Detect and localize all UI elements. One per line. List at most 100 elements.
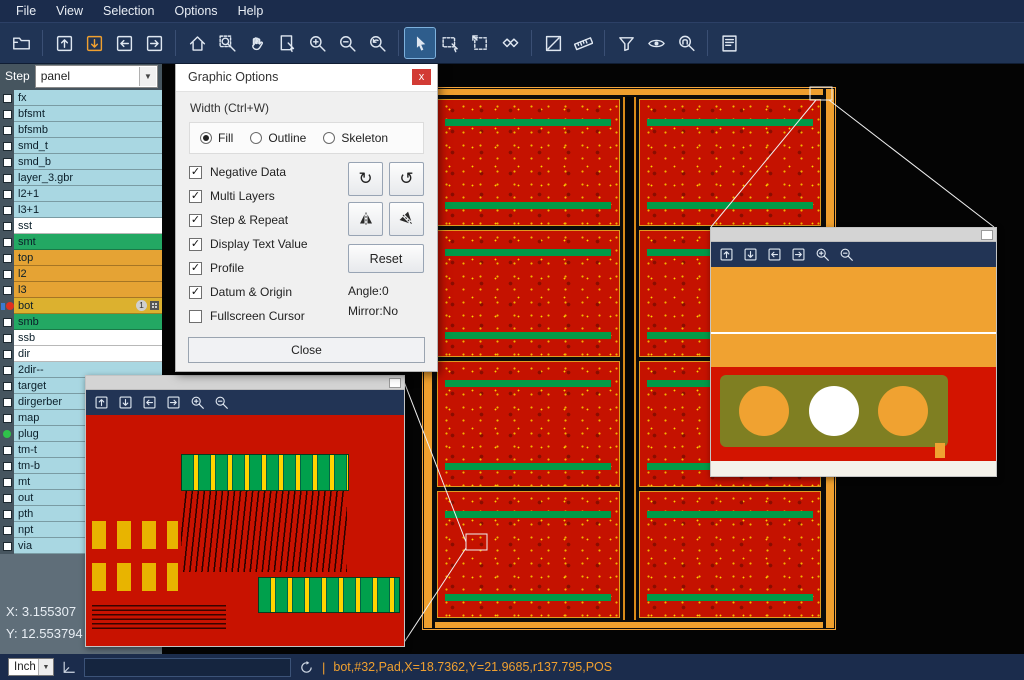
- menu-options[interactable]: Options: [164, 0, 227, 22]
- pan-hand-icon[interactable]: [242, 28, 272, 58]
- rect-select-icon[interactable]: [435, 28, 465, 58]
- layer-visibility-tm-b[interactable]: [0, 458, 14, 474]
- layer-name-dir[interactable]: dir: [14, 346, 162, 362]
- layer-name-fx[interactable]: fx: [14, 90, 162, 106]
- layer-checkbox[interactable]: [3, 222, 12, 231]
- layer-checkbox[interactable]: [3, 334, 12, 343]
- layer-visibility-top[interactable]: [0, 250, 14, 266]
- import-down-icon[interactable]: [114, 392, 137, 413]
- measure-ruler-icon[interactable]: [568, 28, 598, 58]
- option-datum-origin[interactable]: ✓Datum & Origin: [189, 280, 348, 304]
- export-right-icon[interactable]: [139, 28, 169, 58]
- close-button[interactable]: Close: [188, 337, 425, 363]
- import-down-icon[interactable]: [739, 244, 762, 265]
- option-step-repeat[interactable]: ✓Step & Repeat: [189, 208, 348, 232]
- layer-checkbox[interactable]: [3, 350, 12, 359]
- checkbox-icon[interactable]: ✓: [189, 238, 202, 251]
- magnifier1-restore-box[interactable]: [389, 378, 401, 388]
- layer-visibility-via[interactable]: [0, 538, 14, 554]
- fill-mode-outline[interactable]: Outline: [250, 131, 306, 145]
- layer-row-l2[interactable]: l2: [0, 266, 162, 282]
- menu-view[interactable]: View: [46, 0, 93, 22]
- layer-row-l3[interactable]: l3: [0, 282, 162, 298]
- dialog-close-icon[interactable]: x: [412, 69, 431, 85]
- layer-name-bfsmt[interactable]: bfsmt: [14, 106, 162, 122]
- fill-mode-skeleton[interactable]: Skeleton: [323, 131, 388, 145]
- zoom-window-icon[interactable]: [212, 28, 242, 58]
- layer-checkbox[interactable]: [3, 542, 12, 551]
- layer-checkbox[interactable]: [3, 510, 12, 519]
- layer-visibility-ssb[interactable]: [0, 330, 14, 346]
- magnifier2-titlebar[interactable]: [711, 228, 996, 242]
- layer-row-l3+1[interactable]: l3+1: [0, 202, 162, 218]
- layer-visibility-smd_t[interactable]: [0, 138, 14, 154]
- layer-row-smd_b[interactable]: smd_b: [0, 154, 162, 170]
- import-up-icon[interactable]: [715, 244, 738, 265]
- layers-compare-icon[interactable]: [495, 28, 525, 58]
- layer-checkbox[interactable]: [3, 382, 12, 391]
- layer-name-smb[interactable]: smb: [14, 314, 162, 330]
- layer-visibility-smd_b[interactable]: [0, 154, 14, 170]
- export-right-icon[interactable]: [787, 244, 810, 265]
- magnifier1-titlebar[interactable]: [86, 376, 404, 390]
- checkbox-icon[interactable]: ✓: [189, 286, 202, 299]
- magnifier-window-1[interactable]: [85, 375, 405, 647]
- menu-help[interactable]: Help: [228, 0, 274, 22]
- step-select[interactable]: panel ▼: [35, 65, 158, 88]
- layer-row-fx[interactable]: fx: [0, 90, 162, 106]
- layer-checkbox[interactable]: [3, 94, 12, 103]
- mirror-diagonal-icon[interactable]: [389, 202, 424, 236]
- layer-checkbox[interactable]: [3, 158, 12, 167]
- import-down-icon[interactable]: [79, 28, 109, 58]
- layer-visibility-layer_3.gbr[interactable]: [0, 170, 14, 186]
- layer-checkbox[interactable]: [3, 110, 12, 119]
- zoom-in-icon[interactable]: [811, 244, 834, 265]
- layer-checkbox[interactable]: [3, 478, 12, 487]
- select-cursor-icon[interactable]: [405, 28, 435, 58]
- layer-visibility-mt[interactable]: [0, 474, 14, 490]
- layer-visibility-npt[interactable]: [0, 522, 14, 538]
- layer-checkbox[interactable]: [3, 286, 12, 295]
- option-negative-data[interactable]: ✓Negative Data: [189, 160, 348, 184]
- unit-select[interactable]: Inch ▼: [8, 658, 54, 676]
- layer-row-bfsmt[interactable]: bfsmt: [0, 106, 162, 122]
- zoom-out-icon[interactable]: [210, 392, 233, 413]
- layer-checkbox[interactable]: [3, 398, 12, 407]
- mirror-vertical-icon[interactable]: [348, 202, 383, 236]
- layer-checkbox[interactable]: [3, 414, 12, 423]
- layer-name-layer_3.gbr[interactable]: layer_3.gbr: [14, 170, 162, 186]
- layer-name-bfsmb[interactable]: bfsmb: [14, 122, 162, 138]
- layer-checkbox[interactable]: [3, 190, 12, 199]
- layer-name-sst[interactable]: sst: [14, 218, 162, 234]
- layer-row-bfsmb[interactable]: bfsmb: [0, 122, 162, 138]
- command-input[interactable]: [84, 658, 291, 677]
- layer-name-l2+1[interactable]: l2+1: [14, 186, 162, 202]
- layer-checkbox[interactable]: [3, 238, 12, 247]
- menu-file[interactable]: File: [6, 0, 46, 22]
- layer-visibility-smt[interactable]: [0, 234, 14, 250]
- layer-checkbox[interactable]: [3, 494, 12, 503]
- layer-visibility-l2[interactable]: [0, 266, 14, 282]
- layer-row-smb[interactable]: smb: [0, 314, 162, 330]
- radio-icon[interactable]: [250, 132, 262, 144]
- layer-row-ssb[interactable]: ssb: [0, 330, 162, 346]
- layer-checkbox[interactable]: [3, 174, 12, 183]
- layer-visibility-map[interactable]: [0, 410, 14, 426]
- option-multi-layers[interactable]: ✓Multi Layers: [189, 184, 348, 208]
- layer-visibility-l3[interactable]: [0, 282, 14, 298]
- layer-name-l3+1[interactable]: l3+1: [14, 202, 162, 218]
- checkbox-icon[interactable]: ✓: [189, 262, 202, 275]
- layer-visibility-smb[interactable]: [0, 314, 14, 330]
- layer-checkbox[interactable]: [3, 270, 12, 279]
- layer-row-bot[interactable]: bot1: [0, 298, 162, 314]
- layer-visibility-target[interactable]: [0, 378, 14, 394]
- reset-button[interactable]: Reset: [348, 244, 424, 273]
- dialog-titlebar[interactable]: Graphic Options x: [176, 63, 437, 92]
- layer-row-smt[interactable]: smt: [0, 234, 162, 250]
- import-up-icon[interactable]: [49, 28, 79, 58]
- layer-visibility-pth[interactable]: [0, 506, 14, 522]
- filter-icon[interactable]: [611, 28, 641, 58]
- report-list-icon[interactable]: [714, 28, 744, 58]
- layer-row-sst[interactable]: sst: [0, 218, 162, 234]
- import-up-icon[interactable]: [90, 392, 113, 413]
